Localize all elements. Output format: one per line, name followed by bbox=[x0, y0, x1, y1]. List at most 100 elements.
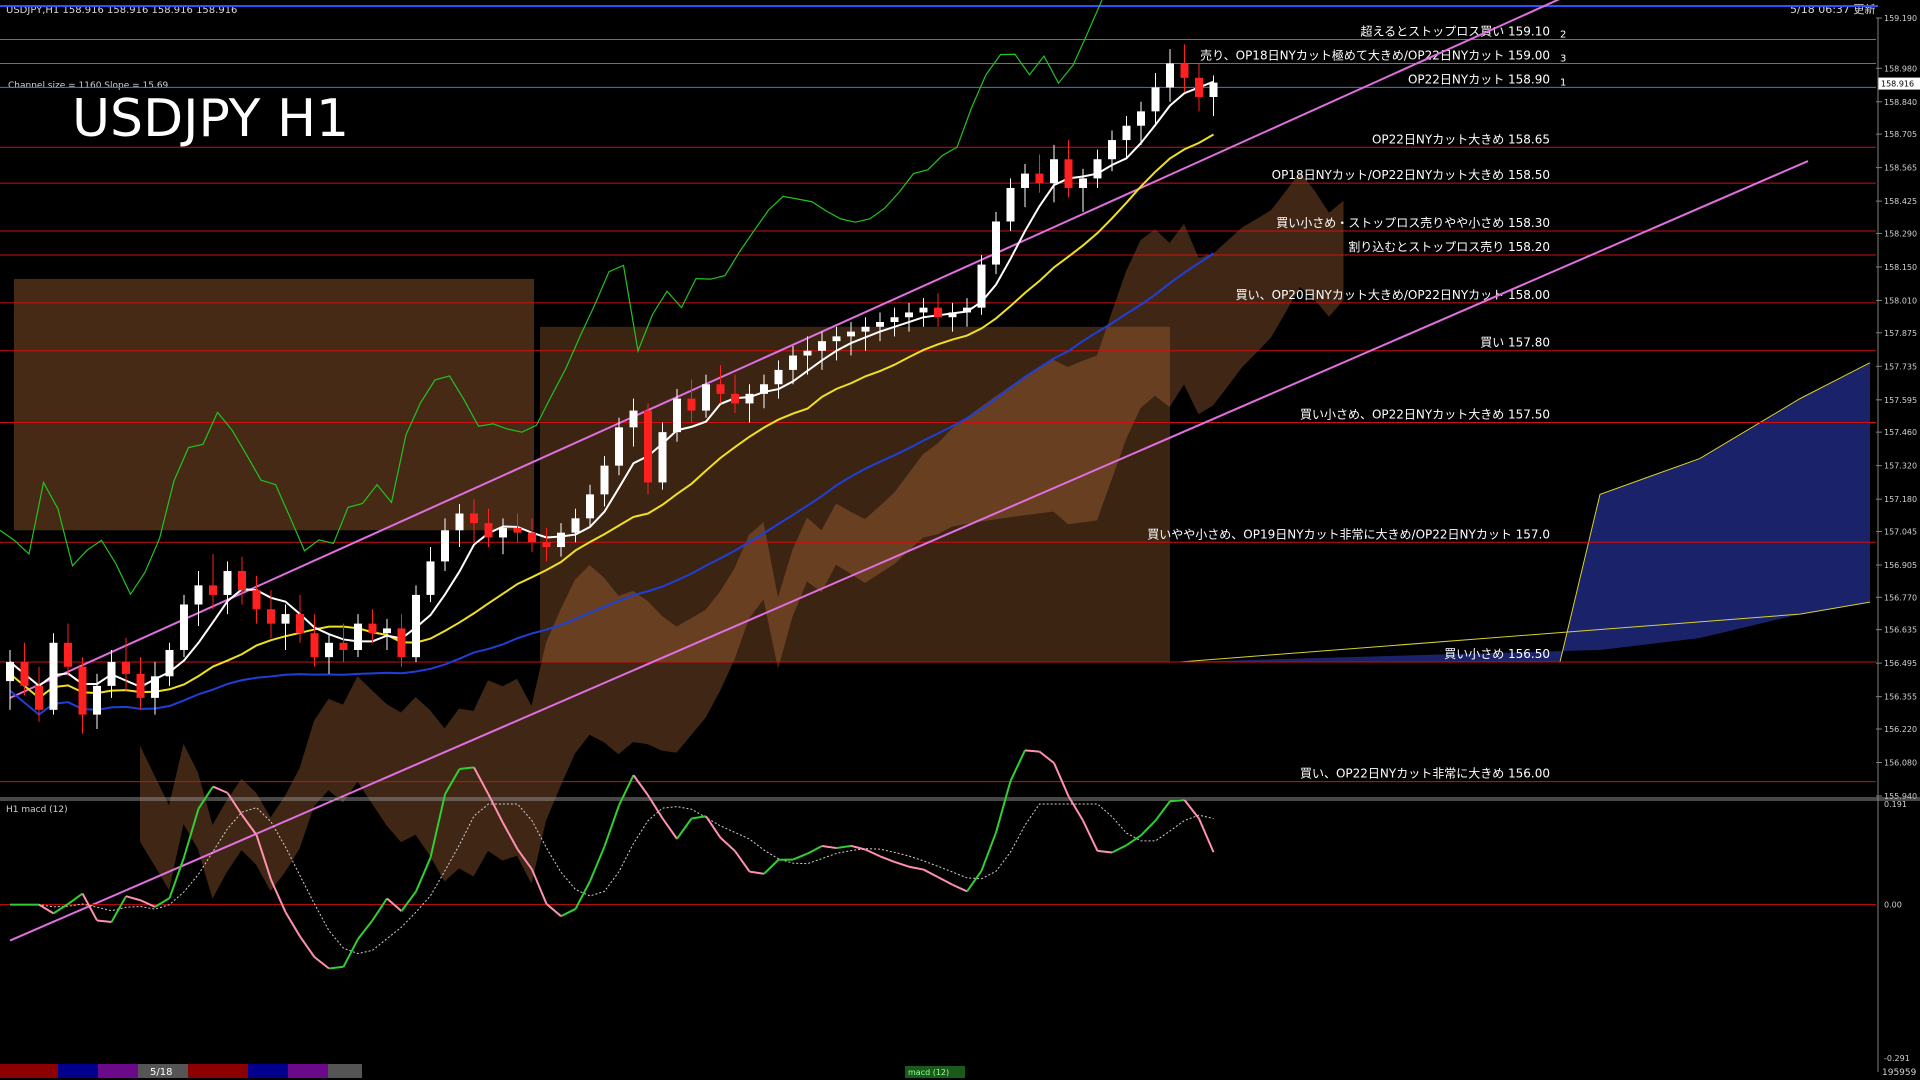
candle-body bbox=[774, 369, 783, 385]
candle-body bbox=[1151, 87, 1160, 112]
y-tick-label: 156.905 bbox=[1884, 561, 1917, 570]
level-label: 買い 157.80 bbox=[1480, 336, 1550, 350]
big-title: USDJPY H1 bbox=[72, 89, 349, 149]
y-tick-label: 157.735 bbox=[1884, 362, 1917, 371]
candle-body bbox=[122, 661, 130, 674]
candle-body bbox=[238, 570, 246, 591]
datetime-label: 5/18 06:37 更新 bbox=[1790, 2, 1875, 16]
candle-body bbox=[441, 530, 449, 562]
candle-body bbox=[35, 685, 43, 710]
level-label: 買い、OP20日NYカット大きめ/OP22日NYカット 158.00 bbox=[1236, 288, 1550, 302]
y-tick-label: 158.290 bbox=[1884, 229, 1917, 238]
candle-body bbox=[1122, 125, 1131, 141]
kumo-left bbox=[14, 278, 534, 531]
candle-body bbox=[557, 532, 565, 548]
y-tick-label: 157.595 bbox=[1884, 396, 1917, 405]
candle-body bbox=[20, 661, 29, 686]
y-tick-label: 158.425 bbox=[1884, 197, 1917, 206]
level-label: OP22日NYカット 158.90 bbox=[1408, 72, 1550, 86]
candle-body bbox=[1209, 82, 1218, 97]
candle-body bbox=[1180, 63, 1189, 78]
candle-body bbox=[629, 410, 638, 428]
candle-body bbox=[281, 614, 290, 624]
level-label: 売り、OP18日NYカット極めて大きめ/OP22日NYカット 159.00 bbox=[1200, 47, 1550, 62]
level-note: 2 bbox=[1560, 30, 1566, 41]
y-tick-label: 156.080 bbox=[1884, 758, 1917, 767]
candle-body bbox=[890, 317, 899, 323]
candle-body bbox=[992, 221, 1000, 265]
candle-body bbox=[310, 633, 319, 658]
candle-body bbox=[1021, 173, 1029, 188]
macd-tick-label: -0.291 bbox=[1884, 1054, 1910, 1063]
level-label: 超えるとストップロス買い 159.10 bbox=[1361, 24, 1550, 39]
candle-body bbox=[861, 326, 870, 332]
y-tick-label: 157.180 bbox=[1884, 495, 1917, 504]
level-label: 割り込むとストップロス売り 158.20 bbox=[1348, 239, 1550, 254]
candle-body bbox=[658, 432, 667, 483]
candle-body bbox=[151, 676, 159, 698]
candle-body bbox=[832, 336, 841, 342]
y-tick-label: 156.495 bbox=[1884, 659, 1917, 668]
candle-body bbox=[528, 532, 536, 543]
level-note: 1 bbox=[1560, 77, 1566, 88]
level-label: 買いやや小さめ、OP19日NYカット非常に大きめ/OP22日NYカット 157.… bbox=[1147, 527, 1550, 541]
y-tick-label: 158.705 bbox=[1884, 130, 1917, 139]
candle-body bbox=[484, 523, 493, 538]
candle-body bbox=[383, 628, 391, 634]
level-note: 3 bbox=[1560, 53, 1566, 64]
candle-body bbox=[107, 661, 116, 686]
candle-body bbox=[586, 494, 594, 519]
candle-body bbox=[731, 393, 739, 404]
bottom-macd-tab[interactable]: macd (12) bbox=[908, 1068, 949, 1077]
candle-body bbox=[615, 427, 623, 466]
candle-body bbox=[818, 341, 826, 351]
candle-body bbox=[354, 623, 362, 650]
candle-body bbox=[789, 355, 797, 370]
candle-body bbox=[64, 642, 72, 667]
candle-body bbox=[339, 642, 348, 650]
candle-body bbox=[1050, 159, 1058, 184]
candle-body bbox=[513, 527, 522, 533]
level-label: 買い小さめ、OP22日NYカット大きめ 157.50 bbox=[1300, 408, 1550, 422]
y-tick-label: 157.875 bbox=[1884, 329, 1917, 338]
candle-body bbox=[223, 570, 232, 595]
candle-body bbox=[252, 590, 261, 610]
y-tick-label: 158.565 bbox=[1884, 164, 1917, 173]
level-label: OP22日NYカット大きめ 158.65 bbox=[1372, 132, 1550, 146]
macd-tick-label: 0.00 bbox=[1884, 901, 1902, 910]
candle-body bbox=[209, 585, 217, 595]
candle-body bbox=[165, 649, 174, 677]
candle-body bbox=[455, 513, 464, 531]
y-tick-label: 157.460 bbox=[1884, 428, 1917, 437]
candle-body bbox=[571, 518, 580, 533]
candle-body bbox=[1006, 187, 1015, 222]
y-tick-label: 156.355 bbox=[1884, 693, 1917, 702]
level-label: OP18日NYカット/OP22日NYカット大きめ 158.50 bbox=[1272, 168, 1550, 182]
candle-body bbox=[267, 609, 275, 624]
candle-body bbox=[1064, 159, 1073, 188]
candle-body bbox=[1195, 77, 1203, 97]
candle-body bbox=[673, 398, 681, 433]
y-tick-label: 157.320 bbox=[1884, 462, 1917, 471]
y-tick-label: 156.220 bbox=[1884, 725, 1917, 734]
y-tick-label: 158.150 bbox=[1884, 263, 1917, 272]
level-label: 買い小さめ・ストップロス売りやや小さめ 158.30 bbox=[1276, 215, 1550, 230]
candle-body bbox=[977, 264, 986, 308]
macd-tick-label: 0.191 bbox=[1884, 800, 1907, 809]
candle-body bbox=[412, 594, 420, 658]
y-tick-label: 159.190 bbox=[1884, 14, 1917, 23]
candle-body bbox=[1093, 159, 1102, 179]
candle-body bbox=[470, 513, 478, 524]
candle-body bbox=[745, 393, 754, 404]
candle-body bbox=[1035, 173, 1044, 184]
candle-body bbox=[963, 307, 971, 313]
usdjpy-h1-chart: USDJPY,H1 158.916 158.916 158.916 158.91… bbox=[0, 0, 1920, 1080]
y-tick-label: 156.635 bbox=[1884, 626, 1917, 635]
candle-body bbox=[716, 384, 725, 394]
candle-body bbox=[93, 685, 101, 715]
candle-body bbox=[760, 384, 768, 394]
bottom-date-tab[interactable]: 5/18 bbox=[150, 1067, 172, 1078]
candle-body bbox=[6, 661, 14, 682]
candle-body bbox=[1108, 140, 1116, 160]
candle-body bbox=[368, 623, 377, 634]
